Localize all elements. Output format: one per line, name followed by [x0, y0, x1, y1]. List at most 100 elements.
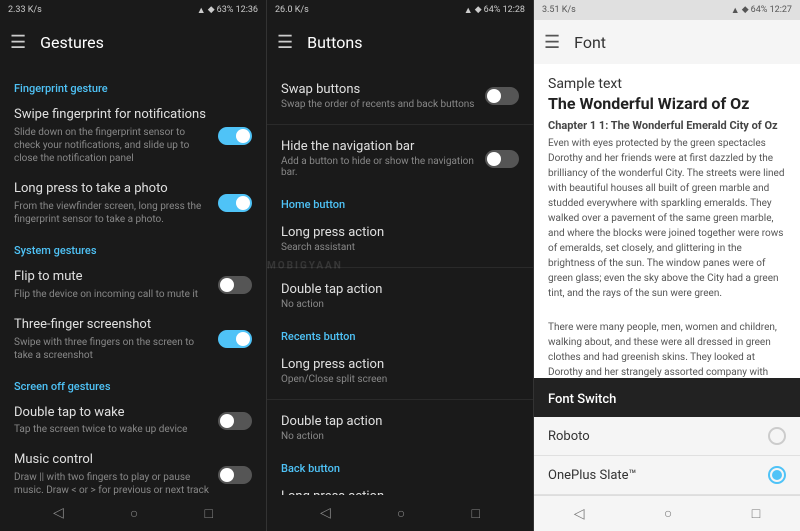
setting-three-finger: Three-finger screenshot Swipe with three… — [0, 309, 266, 370]
gestures-panel: 2.33 K/s ▲ ◆ 63% 12:36 ☰ Gestures Finger… — [0, 0, 267, 531]
font-option-oneplus[interactable]: OnePlus Slate™ — [534, 456, 800, 495]
swap-desc: Swap the order of recents and back butto… — [281, 99, 474, 110]
sample-body-2: There were many people, men, women and c… — [548, 320, 786, 378]
recents-longpress-title: Long press action — [281, 357, 519, 372]
font-switch-label: Font Switch — [548, 392, 616, 407]
top-bar-1: ☰ Gestures — [0, 20, 266, 64]
hamburger-icon-2[interactable]: ☰ — [277, 32, 293, 53]
sample-chapter: Chapter 1 1: The Wonderful Emerald City … — [548, 119, 786, 132]
status-bar-2: 26.0 K/s ▲ ◆ 64% 12:28 — [267, 0, 533, 20]
music-control-title: Music control — [14, 452, 210, 469]
home-doubletap[interactable]: Double tap action No action — [267, 272, 533, 320]
three-finger-title: Three-finger screenshot — [14, 317, 210, 334]
font-panel: 3.51 K/s ▲ ◆ 64% 12:27 ☰ Font Sample tex… — [534, 0, 800, 531]
section-system: System gestures — [0, 234, 266, 261]
setting-double-tap-wake: Double tap to wake Tap the screen twice … — [0, 397, 266, 445]
setting-music-control: Music control Draw || with two fingers t… — [0, 444, 266, 495]
back-icon-3[interactable]: ◁ — [574, 506, 585, 522]
double-tap-wake-desc: Tap the screen twice to wake up device — [14, 423, 210, 436]
swap-toggle[interactable] — [485, 87, 519, 105]
status-left-1: 2.33 K/s — [8, 5, 42, 15]
hide-nav-desc: Add a button to hide or show the navigat… — [281, 156, 485, 178]
divider-3 — [267, 399, 533, 400]
home-icon-3[interactable]: ○ — [664, 505, 672, 522]
swipe-fp-desc: Slide down on the fingerprint sensor to … — [14, 126, 210, 165]
gestures-content: Fingerprint gesture Swipe fingerprint fo… — [0, 64, 266, 495]
longpress-photo-desc: From the viewfinder screen, long press t… — [14, 200, 210, 226]
sample-body-1: Even with eyes protected by the green sp… — [548, 136, 786, 301]
setting-swap: Swap buttons Swap the order of recents a… — [267, 72, 533, 120]
section-back-btn: Back button — [267, 452, 533, 479]
three-finger-desc: Swipe with three fingers on the screen t… — [14, 336, 210, 362]
nav-bar-1: ◁ ○ □ — [0, 495, 266, 531]
hide-nav-toggle[interactable] — [485, 150, 519, 168]
setting-hide-nav: Hide the navigation bar Add a button to … — [267, 129, 533, 188]
divider-2 — [267, 267, 533, 268]
wifi-icon-2: ◆ — [475, 5, 482, 15]
section-fingerprint: Fingerprint gesture — [0, 72, 266, 99]
status-right-1: ▲ ◆ 63% 12:36 — [197, 5, 258, 16]
setting-swipe-fingerprint: Swipe fingerprint for notifications Slid… — [0, 99, 266, 173]
recents-doubletap[interactable]: Double tap action No action — [267, 404, 533, 452]
status-left-2: 26.0 K/s — [275, 5, 309, 15]
recents-icon-2[interactable]: □ — [471, 505, 479, 522]
status-bar-1: 2.33 K/s ▲ ◆ 63% 12:36 — [0, 0, 266, 20]
font-roboto-name: Roboto — [548, 429, 590, 444]
hamburger-icon-3[interactable]: ☰ — [544, 32, 560, 53]
status-right-2: ▲ ◆ 64% 12:28 — [464, 5, 525, 16]
wifi-icon-3: ◆ — [742, 5, 749, 15]
home-icon-2[interactable]: ○ — [397, 505, 405, 522]
buttons-content: Swap buttons Swap the order of recents a… — [267, 64, 533, 495]
font-switch-bar: Font Switch — [534, 378, 800, 417]
back-icon-1[interactable]: ◁ — [53, 505, 64, 521]
flip-mute-title: Flip to mute — [14, 269, 210, 286]
recents-doubletap-title: Double tap action — [281, 414, 519, 429]
buttons-panel: 26.0 K/s ▲ ◆ 64% 12:28 ☰ Buttons Swap bu… — [267, 0, 534, 531]
home-longpress-title: Long press action — [281, 225, 519, 240]
recents-doubletap-desc: No action — [281, 431, 519, 442]
section-home-btn: Home button — [267, 188, 533, 215]
section-recents-btn: Recents button — [267, 320, 533, 347]
status-bar-3: 3.51 K/s ▲ ◆ 64% 12:27 — [534, 0, 800, 20]
longpress-photo-title: Long press to take a photo — [14, 181, 210, 198]
home-longpress[interactable]: Long press action Search assistant — [267, 215, 533, 263]
music-control-toggle[interactable] — [218, 466, 252, 484]
three-finger-toggle[interactable] — [218, 330, 252, 348]
setting-longpress-photo: Long press to take a photo From the view… — [0, 173, 266, 234]
divider-1 — [267, 124, 533, 125]
home-icon-1[interactable]: ○ — [130, 505, 138, 522]
font-content: Sample text The Wonderful Wizard of Oz C… — [534, 64, 800, 378]
recents-longpress[interactable]: Long press action Open/Close split scree… — [267, 347, 533, 395]
double-tap-wake-title: Double tap to wake — [14, 405, 210, 422]
nav-bar-3: ◁ ○ □ — [534, 495, 800, 531]
recents-icon-1[interactable]: □ — [204, 505, 212, 522]
music-control-desc: Draw || with two fingers to play or paus… — [14, 471, 210, 495]
top-bar-2: ☰ Buttons — [267, 20, 533, 64]
double-tap-wake-toggle[interactable] — [218, 412, 252, 430]
home-doubletap-desc: No action — [281, 299, 519, 310]
hamburger-icon-1[interactable]: ☰ — [10, 32, 26, 53]
font-roboto-radio[interactable] — [768, 427, 786, 445]
sample-label: Sample text — [548, 76, 786, 92]
font-oneplus-radio[interactable] — [768, 466, 786, 484]
recents-icon-3[interactable]: □ — [752, 505, 760, 522]
sample-subtitle: The Wonderful Wizard of Oz — [548, 94, 786, 113]
flip-mute-desc: Flip the device on incoming call to mute… — [14, 288, 210, 301]
flip-mute-toggle[interactable] — [218, 276, 252, 294]
status-left-3: 3.51 K/s — [542, 5, 576, 15]
font-sample: Sample text The Wonderful Wizard of Oz C… — [534, 64, 800, 378]
recents-longpress-desc: Open/Close split screen — [281, 374, 519, 385]
swipe-fp-title: Swipe fingerprint for notifications — [14, 107, 210, 124]
signal-icon-2: ▲ — [464, 5, 473, 16]
longpress-photo-toggle[interactable] — [218, 194, 252, 212]
swipe-fp-toggle[interactable] — [218, 127, 252, 145]
back-icon-2[interactable]: ◁ — [320, 505, 331, 521]
panel2-title: Buttons — [307, 33, 362, 52]
font-oneplus-name: OnePlus Slate™ — [548, 468, 637, 483]
wifi-icon: ◆ — [208, 5, 215, 15]
font-option-roboto[interactable]: Roboto — [534, 417, 800, 456]
swap-title: Swap buttons — [281, 82, 474, 97]
top-bar-3: ☰ Font — [534, 20, 800, 64]
section-screen-off: Screen off gestures — [0, 370, 266, 397]
back-longpress[interactable]: Long press action No action — [267, 479, 533, 495]
